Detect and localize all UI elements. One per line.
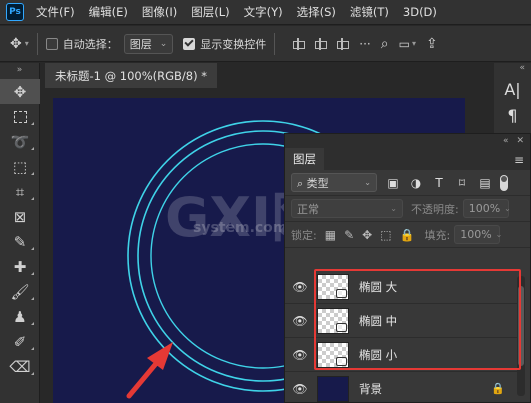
panel-header: « ✕ [285,134,530,148]
move-tool-icon[interactable]: ✥ [0,79,40,104]
watermark-text: system.com [193,220,287,236]
chevron-down-icon: ⌄ [495,230,503,239]
opacity-value: 100% [468,202,501,215]
eraser-tool-icon[interactable]: ⌫ [0,354,40,379]
filter-kind-value: 类型 [306,176,329,190]
filter-kind-dropdown[interactable]: ⌕ 类型 ⌄ [291,173,377,192]
menu-select[interactable]: 选择(S) [297,4,336,20]
tab-layers-label: 图层 [293,152,316,166]
divider [274,32,276,55]
workspace-caret-icon[interactable]: ▾ [412,39,416,48]
filter-shape-icon[interactable]: ⌑ [455,176,469,190]
lock-row: 锁定: ▦ ✎ ✥ ⬚ 🔒 填充: 100% ⌄ [285,222,530,248]
share-icon[interactable]: ⇪ [426,36,438,52]
layer-name: 背景 [359,381,382,396]
photoshop-logo: Ps [6,3,24,21]
move-tool-preset-icon[interactable]: ✥ [10,36,22,52]
fill-label: 填充: [424,228,451,242]
show-transform-label: 显示变换控件 [200,37,267,51]
lock-all-icon[interactable]: 🔒 [400,228,415,242]
search-icon[interactable]: ⌕ [381,36,389,52]
filter-type-icon[interactable]: T [432,176,446,190]
document-tab-bar: 未标题-1 @ 100%(RGB/8) * [41,63,531,88]
right-dock: « A| ¶ [494,63,531,143]
close-panel-icon[interactable]: ✕ [516,136,524,146]
quick-select-tool-icon[interactable]: ⬚ [0,154,40,179]
menu-layer[interactable]: 图层(L) [191,4,229,20]
marquee-tool-icon[interactable] [0,104,40,129]
preset-caret-icon[interactable]: ▾ [25,39,29,48]
fill-value: 100% [460,228,492,241]
auto-select-target-value: 图层 [129,37,152,51]
menu-image[interactable]: 图像(I) [142,4,177,20]
eyedropper-tool-icon[interactable]: ✎ [0,229,40,254]
align-left-icon[interactable] [291,37,306,50]
annotation-arrow [126,342,173,399]
menu-bar: Ps 文件(F) 编辑(E) 图像(I) 图层(L) 文字(Y) 选择(S) 滤… [0,0,531,25]
menu-3d[interactable]: 3D(D) [403,5,437,19]
chevron-down-icon: ⌄ [364,178,371,187]
blend-mode-dropdown[interactable]: 正常 ⌄ [291,199,403,218]
auto-select-target-dropdown[interactable]: 图层 ⌄ [123,33,174,54]
auto-select-checkbox[interactable] [45,37,58,50]
eye-icon[interactable]: 👁 [285,382,315,396]
panel-tab-row: 图层 ≡ [285,148,530,170]
character-panel-icon[interactable]: A| [494,77,531,103]
opacity-label: 不透明度: [411,202,459,216]
panel-menu-icon[interactable]: ≡ [514,150,524,170]
lock-transparent-icon[interactable]: ▦ [325,228,336,242]
eye-icon[interactable]: 👁 [285,280,315,294]
menu-type[interactable]: 文字(Y) [244,4,283,20]
paragraph-panel-icon[interactable]: ¶ [494,103,531,129]
healing-tool-icon[interactable]: ✚ [0,254,40,279]
stamp-tool-icon[interactable]: ♟ [0,304,40,329]
filter-pixel-icon[interactable]: ▣ [386,176,400,190]
options-bar: ✥ ▾ 自动选择： 图层 ⌄ 显示变换控件 ··· ⌕ ▭ ▾ ⇪ [0,26,531,62]
menu-filter[interactable]: 滤镜(T) [350,4,389,20]
history-brush-tool-icon[interactable]: ✐ [0,329,40,354]
blend-mode-value: 正常 [297,202,319,216]
fill-input[interactable]: 100% ⌄ [454,225,503,244]
lock-position-icon[interactable]: ✥ [362,228,372,242]
auto-select-label: 自动选择： [62,37,118,51]
filter-toggle[interactable] [500,174,508,191]
lock-artboard-icon[interactable]: ⬚ [380,228,391,242]
search-icon: ⌕ [297,176,307,190]
collapse-toolbar-icon[interactable]: » [0,63,39,79]
chevron-down-icon: ⌄ [504,204,511,213]
align-right-icon[interactable] [335,37,350,50]
layer-lock-icon[interactable]: 🔒 [491,382,505,395]
menu-edit[interactable]: 编辑(E) [89,4,128,20]
blend-row: 正常 ⌄ 不透明度: 100% ⌄ [285,196,530,222]
chevron-down-icon: ⌄ [159,38,168,49]
chevron-down-icon: ⌄ [390,204,397,213]
show-transform-checkbox[interactable] [183,37,196,50]
crop-tool-icon[interactable]: ⌗ [0,179,40,204]
collapse-panel-icon[interactable]: « [503,136,509,146]
frame-tool-icon[interactable]: ⊠ [0,204,40,229]
lock-label: 锁定: [291,228,317,242]
more-options-icon[interactable]: ··· [359,37,370,51]
divider [36,32,38,55]
tools-panel: » ✥ ➰ ⬚ ⌗ ⊠ ✎ ✚ 🖌 ♟ ✐ ⌫ [0,63,40,403]
filter-smart-object-icon[interactable]: ▤ [478,176,492,190]
layer-filter-row: ⌕ 类型 ⌄ ▣ ◑ T ⌑ ▤ [285,170,530,196]
eye-icon[interactable]: 👁 [285,314,315,328]
workspace-icon[interactable]: ▭ [399,37,410,51]
opacity-input[interactable]: 100% ⌄ [462,199,511,218]
filter-adjustment-icon[interactable]: ◑ [409,176,423,190]
lasso-tool-icon[interactable]: ➰ [0,129,40,154]
layer-row-background[interactable]: 👁 背景 🔒 [285,372,517,403]
eye-icon[interactable]: 👁 [285,348,315,362]
lock-image-icon[interactable]: ✎ [344,228,354,242]
document-tab[interactable]: 未标题-1 @ 100%(RGB/8) * [45,63,218,88]
align-center-icon[interactable] [313,37,328,50]
brush-tool-icon[interactable]: 🖌 [0,279,40,304]
document-title: 未标题-1 @ 100%(RGB/8) * [55,68,208,83]
expand-panels-icon[interactable]: « [494,63,531,77]
tab-layers[interactable]: 图层 [285,148,324,170]
menu-file[interactable]: 文件(F) [36,4,75,20]
layer-thumbnail [317,375,349,402]
highlight-annotation [314,269,521,370]
